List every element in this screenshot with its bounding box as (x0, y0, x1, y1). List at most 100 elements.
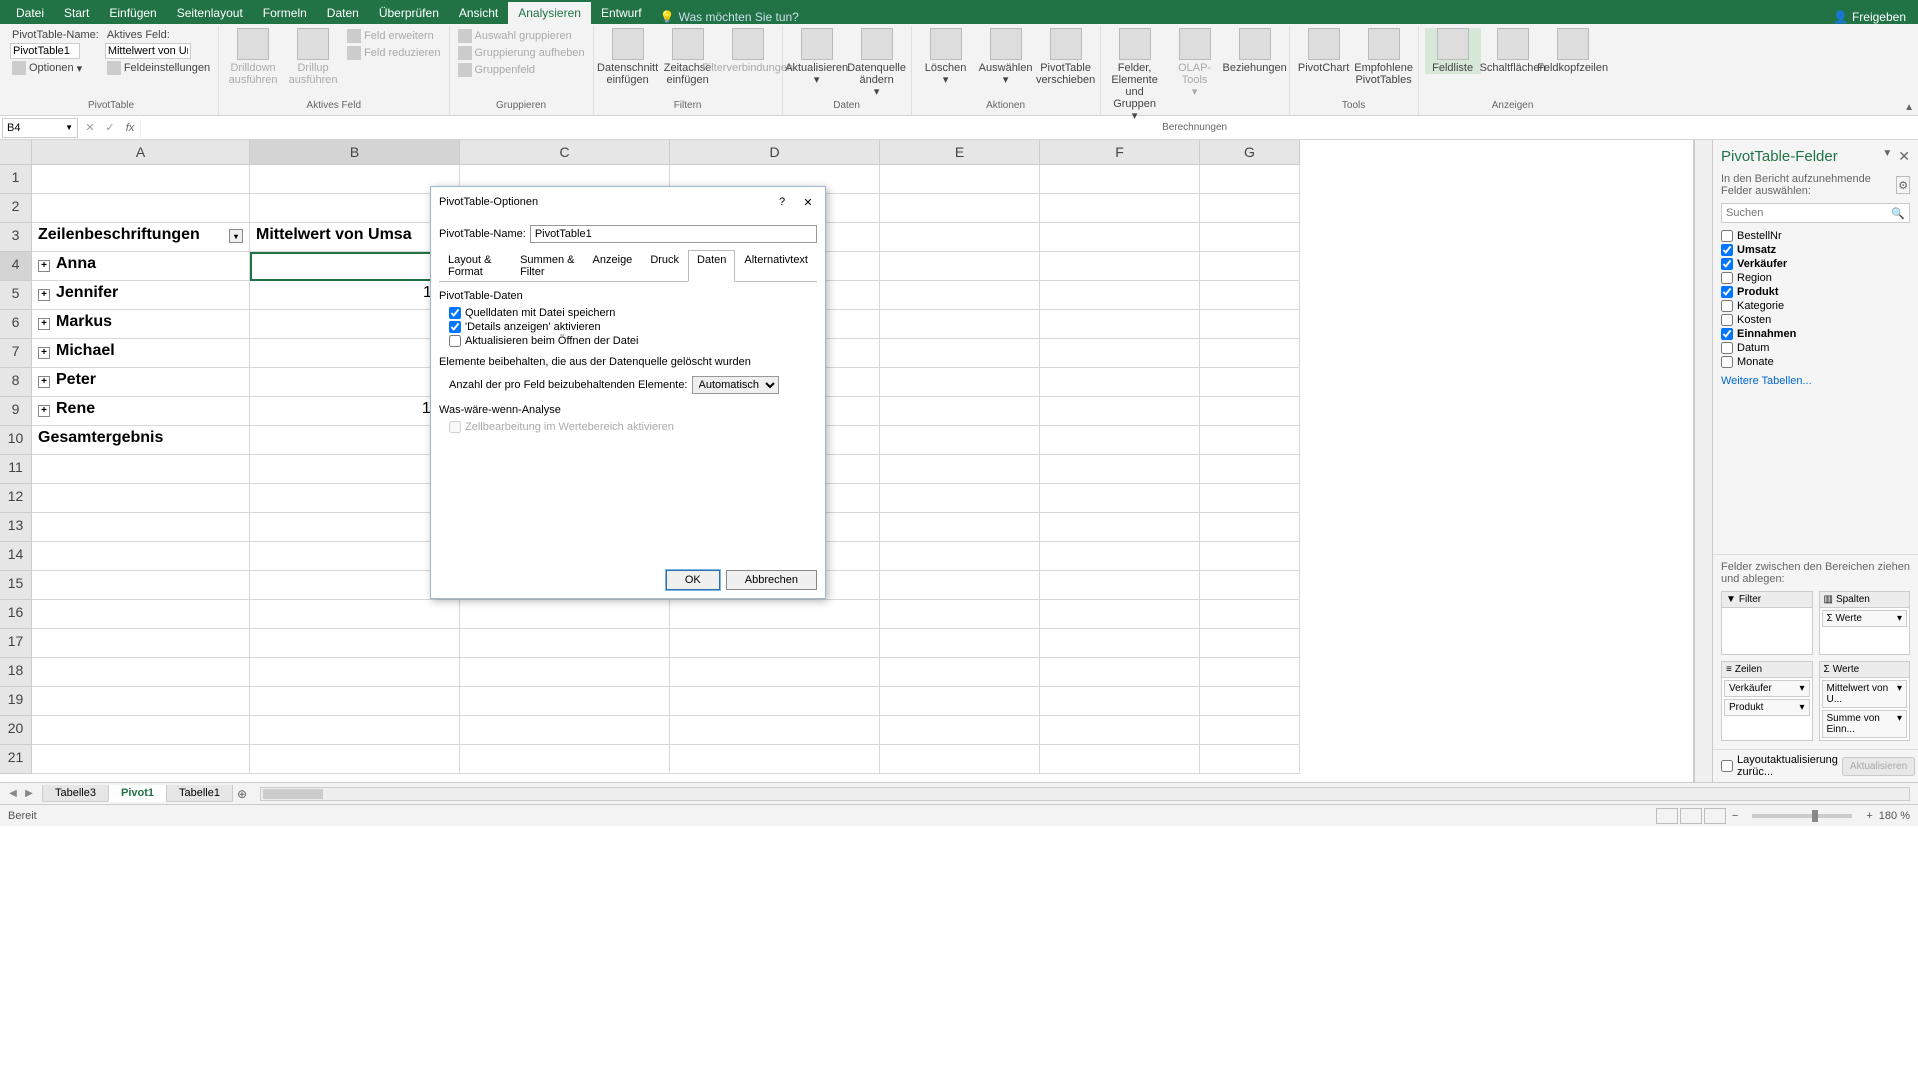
cell[interactable] (460, 658, 670, 687)
cell[interactable] (880, 426, 1040, 455)
ok-button[interactable]: OK (666, 570, 720, 590)
field-checkbox[interactable] (1721, 258, 1733, 270)
row-header[interactable]: 8 (0, 368, 32, 397)
tab-seitenlayout[interactable]: Seitenlayout (167, 2, 253, 24)
more-tables-link[interactable]: Weitere Tabellen... (1713, 369, 1918, 393)
row-header[interactable]: 20 (0, 716, 32, 745)
row-header[interactable]: 11 (0, 455, 32, 484)
tab-entwurf[interactable]: Entwurf (591, 2, 652, 24)
cell[interactable] (250, 252, 460, 281)
cell[interactable] (32, 513, 250, 542)
sheet-nav-next[interactable]: ▶ (22, 787, 36, 801)
column-header[interactable]: B (250, 140, 460, 165)
filter-dropdown-icon[interactable]: ▾ (229, 229, 243, 243)
add-sheet-button[interactable]: ⊕ (232, 787, 252, 801)
dialog-tab-print[interactable]: Druck (641, 250, 688, 282)
insert-slicer-button[interactable]: Datenschnitt einfügen (600, 28, 656, 86)
row-header[interactable]: 7 (0, 339, 32, 368)
cell[interactable] (880, 223, 1040, 252)
row-header[interactable]: 5 (0, 281, 32, 310)
cell[interactable]: 11,7 (250, 281, 460, 310)
expand-row-icon[interactable]: + (38, 260, 50, 272)
tab-formeln[interactable]: Formeln (253, 2, 317, 24)
row-header[interactable]: 15 (0, 571, 32, 600)
zoom-level[interactable]: 180 % (1879, 810, 1910, 822)
column-header[interactable]: F (1040, 140, 1200, 165)
row-header[interactable]: 10 (0, 426, 32, 455)
row-header[interactable]: 21 (0, 745, 32, 774)
cell[interactable] (1040, 339, 1200, 368)
expand-row-icon[interactable]: + (38, 289, 50, 301)
active-field-input[interactable] (105, 43, 191, 59)
pivot-field-item[interactable]: Region (1721, 271, 1910, 285)
pivottable-options-button[interactable]: Optionen ▾ (10, 60, 101, 76)
cell[interactable] (1200, 513, 1300, 542)
row-header[interactable]: 19 (0, 687, 32, 716)
share-button[interactable]: 👤 Freigeben (1821, 10, 1918, 24)
dialog-name-input[interactable] (530, 225, 817, 243)
cell[interactable] (32, 716, 250, 745)
tab-analysieren[interactable]: Analysieren (508, 2, 591, 24)
cell[interactable]: Gesamtergebnis (32, 426, 250, 455)
cell[interactable] (32, 658, 250, 687)
formula-input[interactable] (140, 118, 1918, 138)
cell[interactable] (250, 455, 460, 484)
recommended-pivot-button[interactable]: Empfohlene PivotTables (1356, 28, 1412, 86)
sheet-nav-prev[interactable]: ◀ (6, 787, 20, 801)
column-header[interactable]: E (880, 140, 1040, 165)
pivottable-name-input[interactable] (10, 43, 80, 59)
cell[interactable] (250, 484, 460, 513)
cell[interactable] (1040, 484, 1200, 513)
column-header[interactable]: A (32, 140, 250, 165)
zoom-out-button[interactable]: − (1732, 810, 1738, 822)
fx-icon[interactable]: fx (120, 118, 140, 138)
row-header[interactable]: 16 (0, 600, 32, 629)
cell[interactable]: +Michael (32, 339, 250, 368)
dialog-tab-alttext[interactable]: Alternativtext (735, 250, 817, 282)
tab-ansicht[interactable]: Ansicht (449, 2, 508, 24)
cell[interactable] (1200, 455, 1300, 484)
area-item[interactable]: Σ Werte▾ (1822, 610, 1908, 627)
pivot-field-item[interactable]: Datum (1721, 341, 1910, 355)
cell[interactable] (250, 687, 460, 716)
area-rows[interactable]: ≡Zeilen Verkäufer▾ Produkt▾ (1721, 661, 1813, 741)
pivot-field-item[interactable]: Produkt (1721, 285, 1910, 299)
cell[interactable]: 9,0 (250, 310, 460, 339)
cell[interactable] (1040, 194, 1200, 223)
cell[interactable] (1040, 658, 1200, 687)
cell[interactable] (1200, 600, 1300, 629)
relations-button[interactable]: Beziehungen (1227, 28, 1283, 74)
field-checkbox[interactable] (1721, 230, 1733, 242)
field-checkbox[interactable] (1721, 286, 1733, 298)
expand-row-icon[interactable]: + (38, 347, 50, 359)
dialog-tab-layout[interactable]: Layout & Format (439, 250, 511, 282)
refresh-on-open-checkbox[interactable] (449, 335, 461, 347)
cell[interactable] (1200, 252, 1300, 281)
cell[interactable] (1040, 571, 1200, 600)
tab-start[interactable]: Start (54, 2, 99, 24)
gear-icon[interactable]: ⚙ (1896, 176, 1910, 194)
expand-row-icon[interactable]: + (38, 376, 50, 388)
cell[interactable] (1200, 397, 1300, 426)
column-header[interactable]: G (1200, 140, 1300, 165)
cell[interactable] (460, 600, 670, 629)
cell[interactable] (1040, 281, 1200, 310)
cell[interactable] (460, 687, 670, 716)
field-checkbox[interactable] (1721, 328, 1733, 340)
column-header[interactable]: D (670, 140, 880, 165)
clear-button[interactable]: Löschen ▾ (918, 28, 974, 86)
cell[interactable]: +Peter (32, 368, 250, 397)
tell-me-search[interactable]: 💡 Was möchten Sie tun? (660, 10, 799, 24)
cell[interactable]: +Jennifer (32, 281, 250, 310)
dialog-tab-display[interactable]: Anzeige (584, 250, 642, 282)
cell[interactable] (880, 368, 1040, 397)
cell[interactable] (880, 194, 1040, 223)
cell[interactable] (1200, 426, 1300, 455)
area-item[interactable]: Mittelwert von U...▾ (1822, 680, 1908, 708)
tab-datei[interactable]: Datei (6, 2, 54, 24)
vertical-scrollbar[interactable] (1694, 140, 1712, 782)
pivot-field-item[interactable]: Verkäufer (1721, 257, 1910, 271)
cell[interactable]: +Rene (32, 397, 250, 426)
cell[interactable] (1040, 252, 1200, 281)
cell[interactable] (1200, 658, 1300, 687)
